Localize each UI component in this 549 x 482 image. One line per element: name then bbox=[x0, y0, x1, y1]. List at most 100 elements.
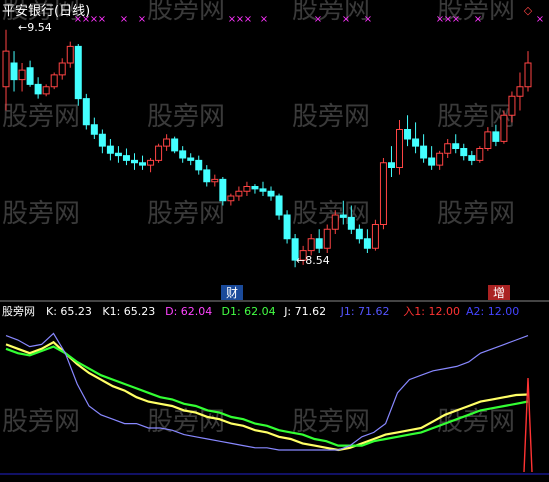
candle-body bbox=[34, 83, 42, 95]
candle-body bbox=[420, 145, 428, 159]
watermark-text: 股旁网 bbox=[2, 102, 80, 132]
watermark-text: 股旁网 bbox=[292, 199, 370, 229]
watermark-text: 股旁网 bbox=[147, 0, 225, 25]
candle-body bbox=[307, 238, 315, 252]
candle-body bbox=[42, 86, 50, 95]
indicator-value: J: 71.62 bbox=[283, 305, 326, 318]
candle-body bbox=[74, 45, 82, 100]
indicator-value: J1: 71.62 bbox=[340, 305, 390, 318]
candle-body bbox=[106, 145, 114, 154]
signal-marker: × bbox=[474, 14, 482, 25]
candle-body bbox=[508, 95, 516, 116]
indicator-name: 股旁网 bbox=[2, 304, 35, 318]
candle-body bbox=[98, 133, 106, 147]
signal-marker: ◇ bbox=[524, 4, 533, 17]
signal-marker: × bbox=[536, 14, 544, 25]
signal-spike bbox=[523, 377, 533, 473]
indicator-value: D: 62.04 bbox=[165, 305, 212, 318]
candle-body bbox=[26, 67, 34, 85]
candle-body bbox=[10, 62, 18, 81]
candle-body bbox=[436, 152, 444, 166]
indicator-value: K1: 65.23 bbox=[102, 305, 155, 318]
candle-body bbox=[396, 129, 404, 168]
watermark-text: 股旁网 bbox=[2, 407, 80, 437]
candle-body bbox=[114, 152, 122, 157]
chart-svg: 股旁网 股旁网 股旁网 股旁网股旁网 股旁网 股旁网 股旁网股旁网 股旁网 股旁网 股旁网股旁网股… bbox=[0, 0, 549, 475]
candle-body bbox=[387, 162, 395, 168]
candle-body bbox=[428, 157, 436, 166]
candle-body bbox=[355, 228, 363, 240]
candle-body bbox=[90, 124, 98, 135]
candle-body bbox=[2, 50, 10, 88]
signal-marker: × bbox=[120, 14, 128, 25]
candle-body bbox=[203, 169, 211, 183]
watermark-text: 股旁网 bbox=[2, 199, 80, 229]
signal-marker: × bbox=[342, 14, 350, 25]
indicator-value: D1: 62.04 bbox=[222, 305, 276, 318]
candle-body bbox=[130, 159, 138, 164]
candle-body bbox=[363, 238, 371, 249]
event-marker-zeng: 增 bbox=[493, 286, 505, 300]
signal-marker: × bbox=[138, 14, 146, 25]
candle-body bbox=[516, 86, 524, 97]
candle-body bbox=[179, 150, 187, 159]
watermark-text: 股旁网 bbox=[147, 102, 225, 132]
candle-body bbox=[82, 98, 90, 126]
candle-body bbox=[500, 114, 508, 142]
signal-marker: × bbox=[364, 14, 372, 25]
candle-body bbox=[147, 159, 155, 166]
watermark-text: 股旁网 bbox=[292, 407, 370, 437]
low-price-label: ←8.54 bbox=[296, 254, 330, 267]
signal-marker: × bbox=[314, 14, 322, 25]
candle-body bbox=[492, 131, 500, 142]
indicator-values: K: 65.23 K1: 65.23 D: 62.04 D1: 62.04 J: 71.… bbox=[46, 305, 519, 318]
chart-stage: 股旁网 股旁网 股旁网 股旁网 股旁网 股旁网 股旁网 股旁网 股旁网 股旁网 股旁网 股旁网 股旁网股… bbox=[0, 0, 549, 478]
candle-body bbox=[211, 178, 219, 183]
candle-body bbox=[452, 143, 460, 149]
candle-body bbox=[66, 45, 74, 64]
signal-spike-line bbox=[523, 377, 533, 473]
candle-body bbox=[227, 195, 235, 202]
candle-body bbox=[412, 138, 420, 147]
candle-body bbox=[524, 62, 532, 88]
candle-body bbox=[347, 216, 355, 230]
candle-body bbox=[283, 214, 291, 240]
candle-body bbox=[331, 214, 339, 230]
indicator-header: 股旁网 K: 65.23 K1: 65.23 D: 62.04 D1: 62.04 J:… bbox=[2, 304, 519, 318]
indicator-value: 入1: 12.00 bbox=[403, 305, 460, 318]
candle-body bbox=[339, 214, 347, 218]
signal-marker: × bbox=[98, 14, 106, 25]
candle-body bbox=[444, 143, 452, 154]
candle-body bbox=[50, 74, 58, 88]
candlestick-series bbox=[2, 29, 532, 268]
candle-body bbox=[155, 145, 163, 161]
price-panel: 平安银行(日线) × × × × × × × × × × × × × × × × ×◇× ←9.54 ←8.54… bbox=[2, 4, 544, 300]
candle-body bbox=[219, 178, 227, 202]
candle-body bbox=[187, 157, 195, 161]
event-marker-cai: 财 bbox=[226, 286, 238, 300]
signal-marker: × bbox=[260, 14, 268, 25]
candle-body bbox=[476, 148, 484, 161]
candle-body bbox=[18, 69, 26, 81]
candle-body bbox=[315, 238, 323, 249]
high-price-label: ←9.54 bbox=[18, 21, 52, 34]
watermark-text: 股旁网 bbox=[292, 0, 370, 25]
candle-body bbox=[251, 186, 259, 190]
indicator-value: A2: 12.00 bbox=[466, 305, 519, 318]
watermark-text: 股旁网 bbox=[292, 102, 370, 132]
signal-marker: × bbox=[244, 14, 252, 25]
candle-body bbox=[163, 138, 171, 147]
candle-body bbox=[468, 155, 476, 161]
candle-body bbox=[460, 148, 468, 157]
candle-body bbox=[58, 62, 66, 76]
candle-body bbox=[259, 188, 267, 192]
candle-body bbox=[195, 159, 203, 171]
candle-body bbox=[267, 190, 275, 197]
indicator-panel bbox=[0, 332, 549, 475]
watermark-text: 股旁网 bbox=[437, 199, 515, 229]
candle-body bbox=[171, 138, 179, 152]
candle-body bbox=[235, 190, 243, 197]
candle-body bbox=[122, 155, 130, 161]
watermark-text: 股旁网 bbox=[147, 199, 225, 229]
signal-marker: × bbox=[452, 14, 460, 25]
